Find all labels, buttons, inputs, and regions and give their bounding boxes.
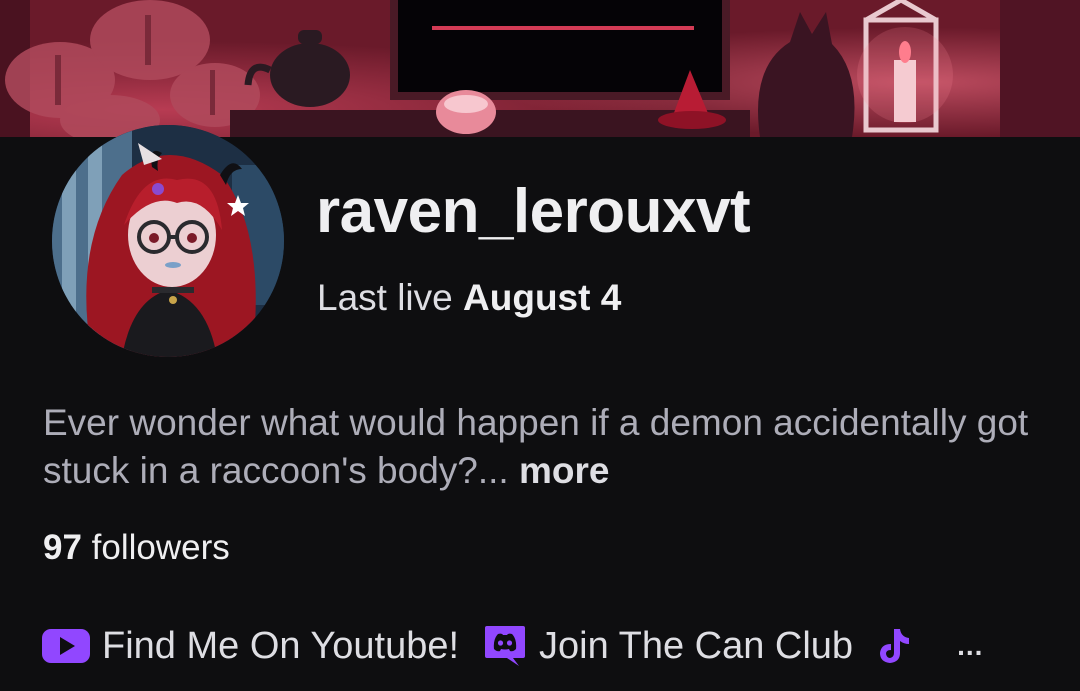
channel-avatar[interactable] (52, 125, 284, 357)
channel-banner (0, 0, 1080, 137)
bio-ellipsis: ... (477, 450, 509, 491)
last-live-date: August 4 (463, 277, 622, 318)
social-link-tiktok[interactable] (877, 627, 923, 665)
followers-label: followers (91, 528, 230, 567)
discord-icon (483, 624, 527, 668)
social-links-overflow[interactable]: ... (957, 630, 983, 662)
bio-more-link[interactable]: more (519, 450, 609, 491)
last-live-prefix: Last live (317, 277, 453, 318)
social-link-youtube[interactable]: Find Me On Youtube! (42, 625, 459, 668)
social-links: Find Me On Youtube! Join The Can Club ..… (42, 618, 983, 674)
social-link-discord-label: Join The Can Club (539, 624, 854, 667)
social-link-youtube-label: Find Me On Youtube! (102, 624, 460, 667)
followers-count[interactable]: 97 followers (43, 530, 230, 565)
followers-number: 97 (43, 528, 82, 567)
social-link-discord[interactable]: Join The Can Club (483, 624, 853, 668)
channel-profile-page: raven_lerouxvt Last live August 4 Ever w… (0, 0, 1080, 691)
last-live-info: Last live August 4 (317, 279, 621, 316)
channel-bio: Ever wonder what would happen if a demon… (43, 399, 1043, 495)
youtube-icon (42, 627, 90, 665)
tiktok-icon (877, 627, 911, 665)
channel-name: raven_lerouxvt (316, 177, 751, 246)
